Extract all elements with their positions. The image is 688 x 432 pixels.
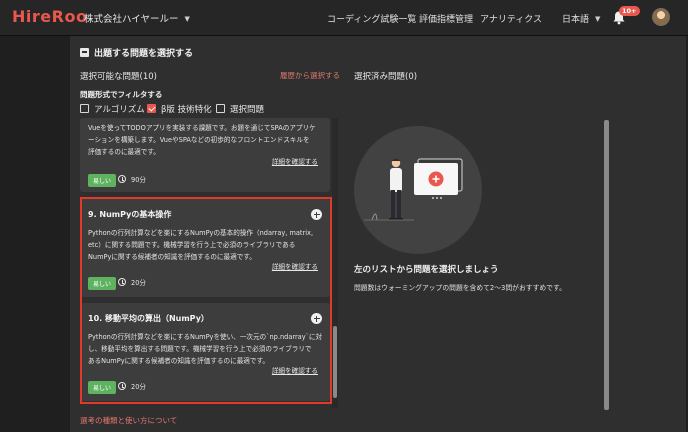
card-description: Vueを使ってTODOアプリを実装する課題です。お題を通じてSPAのアプリケ ー… [88,122,324,158]
list-scrollbar-thumb[interactable] [333,326,337,398]
filter-heading: 問題形式でフィルタする [80,90,163,99]
selected-problems-label: 選択済み問題(0) [354,72,418,82]
filter-multiple-choice[interactable]: 選択問題 [216,103,264,115]
filter-label: β版 技術特化 [161,105,212,115]
logo-text-prefix: HireR [12,7,65,26]
section-title-text: 出題する問題を選択する [94,49,194,59]
notification-badge: 10+ [619,6,640,16]
section-title: 出題する問題を選択する [80,46,193,59]
desc-line: Vueを使ってTODOアプリを実装する課題です。お題を通じてSPAのアプリケ [88,124,316,132]
nav-coding-tests[interactable]: コーディング試験一覧 [327,12,416,25]
avatar[interactable] [652,8,670,26]
selected-panel-scrollbar[interactable] [604,120,609,410]
filter-label: アルゴリズム [94,105,145,115]
collapse-checkbox-icon[interactable] [80,48,89,57]
chevron-down-icon: ▼ [595,15,601,23]
chevron-down-icon: ▼ [184,15,190,23]
left-gutter [0,36,70,432]
top-bar: HireRoo 株式会社ハイヤールー ▼ コーディング試験一覧 評価指標管理 アナ… [0,0,688,36]
selection-guide-link[interactable]: 選考の種類と使い方について [80,415,177,426]
logo[interactable]: HireRoo [12,7,87,26]
filter-algorithm[interactable]: アルゴリズム [80,103,145,115]
checkbox-checked-icon[interactable] [147,104,156,113]
nav-evaluation-metrics[interactable]: 評価指標管理 [419,12,473,25]
time-value: 90分 [131,176,146,184]
empty-state-illustration [354,126,482,254]
clock-icon [118,175,126,183]
checkbox-icon[interactable] [80,104,89,113]
company-switcher[interactable]: 株式会社ハイヤールー ▼ [84,11,190,25]
company-name: 株式会社ハイヤールー [84,14,179,25]
select-from-history-link[interactable]: 履歴から選択する [280,70,340,81]
desc-line: ーションを構築します。VueやSPAなどの初歩的なフロントエンドスキルを [88,136,310,144]
time-limit: 90分 [118,174,146,184]
filter-beta-tech[interactable]: β版 技術特化 [147,103,212,115]
nav-analytics[interactable]: アナリティクス [480,12,542,25]
available-problems-label: 選択可能な問題(10) [80,72,157,82]
empty-state-subtitle: 問題数はウォーミングアップの問題を含めて2〜3問がおすすめです。 [354,284,566,292]
language-label: 日本語 [562,15,590,25]
view-details-link[interactable]: 詳細を確認する [272,156,318,166]
checkbox-icon[interactable] [216,104,225,113]
highlight-box [80,197,332,404]
difficulty-badge: 易しい [88,174,117,187]
filter-label: 選択問題 [230,105,265,115]
language-switcher[interactable]: 日本語 ▼ [562,12,600,25]
empty-state-title: 左のリストから問題を選択しましょう [354,265,499,275]
problem-card-vue-todo[interactable]: Vueを使ってTODOアプリを実装する課題です。お題を通じてSPAのアプリケ ー… [80,118,330,192]
logo-text-o: o [64,7,76,26]
person-with-card-icon [364,158,463,221]
